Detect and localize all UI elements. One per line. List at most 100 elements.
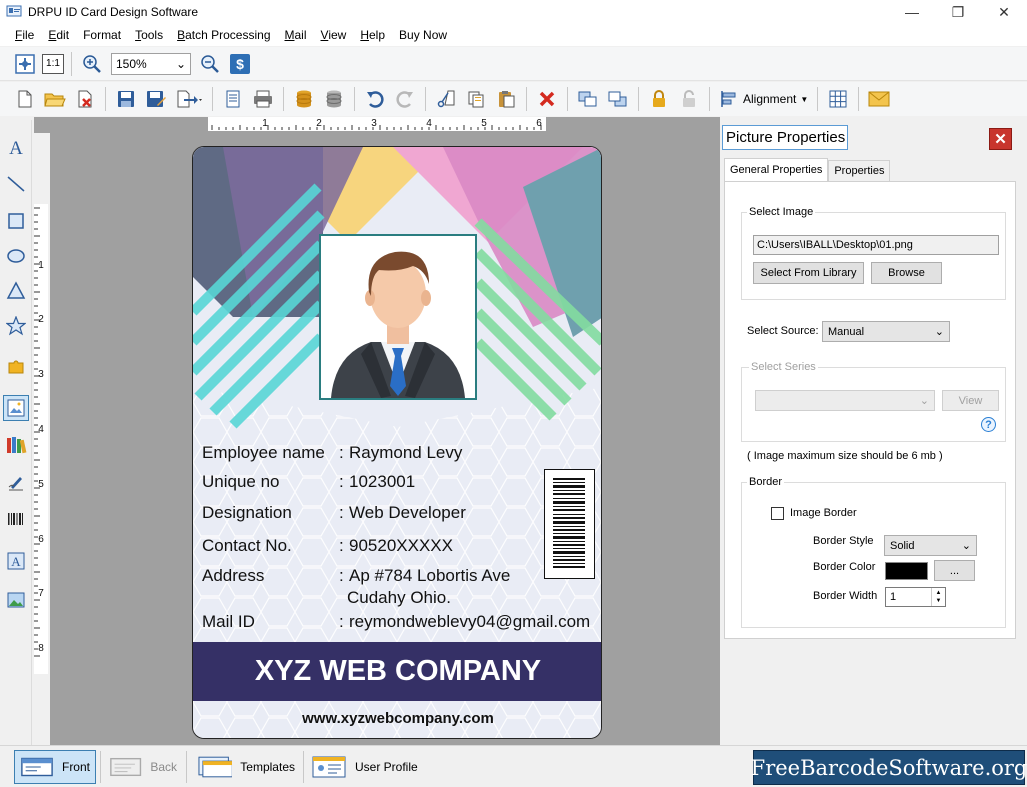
minimize-button[interactable]: — xyxy=(889,0,935,24)
menu-edit[interactable]: Edit xyxy=(41,28,76,42)
company-website[interactable]: www.xyzwebcompany.com xyxy=(193,710,601,727)
border-width-stepper[interactable]: 1 ▲ ▼ xyxy=(885,587,946,607)
new-button[interactable] xyxy=(12,86,38,112)
ruler-label: 2 xyxy=(316,118,322,129)
unlock-button[interactable] xyxy=(676,86,702,112)
grid-button[interactable] xyxy=(825,86,851,112)
barcode[interactable] xyxy=(544,469,595,579)
select-series-dropdown[interactable]: ⌄ xyxy=(755,390,935,411)
database-stack-icon xyxy=(326,90,342,108)
menu-batch-processing[interactable]: Batch Processing xyxy=(170,28,277,42)
border-color-picker-button[interactable]: ... xyxy=(934,560,975,581)
line-icon xyxy=(7,176,25,192)
print-preview-button[interactable] xyxy=(220,86,246,112)
id-card[interactable]: Employee name : Raymond Levy Unique no :… xyxy=(192,146,602,739)
window-title: DRPU ID Card Design Software xyxy=(28,5,199,19)
ruler-ticks: 1 2 3 4 5 6 xyxy=(211,118,542,130)
line-tool[interactable] xyxy=(3,171,29,197)
rectangle-tool[interactable] xyxy=(3,208,29,234)
image-border-label: Image Border xyxy=(790,507,857,519)
text-tool[interactable]: A xyxy=(3,134,29,160)
alignment-dropdown[interactable]: Alignment ▼ xyxy=(715,89,812,109)
bottom-separator xyxy=(186,751,187,783)
menu-buy-now[interactable]: Buy Now xyxy=(392,28,454,42)
close-window-button[interactable]: ✕ xyxy=(981,0,1027,24)
zoom-level-select[interactable]: 150% ⌄ xyxy=(111,52,191,75)
send-to-back-button[interactable] xyxy=(605,86,631,112)
maximize-button[interactable]: ❐ xyxy=(935,0,981,24)
menu-mail[interactable]: Mail xyxy=(278,28,314,42)
decrement-icon[interactable]: ▼ xyxy=(936,597,942,605)
employee-photo[interactable] xyxy=(319,234,477,400)
copy-button[interactable] xyxy=(463,86,489,112)
save-button[interactable] xyxy=(113,86,139,112)
back-side-button[interactable]: Back xyxy=(104,750,182,784)
menu-tools[interactable]: Tools xyxy=(128,28,170,42)
browse-button[interactable]: Browse xyxy=(871,262,942,284)
increment-icon[interactable]: ▲ xyxy=(936,589,942,597)
cut-button[interactable] xyxy=(433,86,459,112)
database-icon xyxy=(296,90,312,108)
avatar xyxy=(321,236,475,398)
border-style-dropdown[interactable]: Solid ⌄ xyxy=(884,535,977,556)
user-profile-button[interactable]: User Profile xyxy=(306,750,424,784)
star-tool[interactable] xyxy=(3,313,29,339)
save-as-icon xyxy=(147,91,166,107)
print-button[interactable] xyxy=(250,86,276,112)
delete-button[interactable] xyxy=(534,86,560,112)
triangle-tool[interactable] xyxy=(3,278,29,304)
library-tool[interactable] xyxy=(3,432,29,458)
folder-open-icon xyxy=(44,93,66,107)
bring-to-front-button[interactable] xyxy=(575,86,601,112)
database-list-button[interactable] xyxy=(321,86,347,112)
barcode-tool[interactable] xyxy=(3,506,29,532)
redo-button[interactable] xyxy=(392,86,418,112)
view-series-button[interactable]: View xyxy=(942,390,999,411)
select-source-dropdown[interactable]: Manual ⌄ xyxy=(822,321,950,342)
menu-view[interactable]: View xyxy=(314,28,354,42)
dropdown-arrow-icon: ▼ xyxy=(800,94,809,104)
zoom-out-button[interactable] xyxy=(197,51,223,77)
border-color-swatch[interactable] xyxy=(885,562,928,580)
watermark-tool[interactable]: A xyxy=(3,548,29,574)
send-mail-button[interactable] xyxy=(866,86,892,112)
pricing-button[interactable]: $ xyxy=(227,51,253,77)
ellipse-tool[interactable] xyxy=(3,243,29,269)
select-from-library-button[interactable]: Select From Library xyxy=(753,262,864,284)
image-tool[interactable] xyxy=(3,587,29,613)
image-border-checkbox[interactable] xyxy=(771,507,784,520)
tab-properties[interactable]: Properties xyxy=(828,160,891,182)
symbol-tool[interactable] xyxy=(3,353,29,379)
card-front-icon xyxy=(21,757,53,777)
properties-tabs: General Properties Properties xyxy=(724,158,891,182)
paste-button[interactable] xyxy=(493,86,519,112)
zoom-out-icon xyxy=(201,54,219,73)
signature-tool[interactable] xyxy=(3,470,29,496)
lock-button[interactable] xyxy=(646,86,672,112)
save-as-button[interactable] xyxy=(143,86,169,112)
templates-button[interactable]: Templates xyxy=(192,750,300,784)
help-icon[interactable]: ? xyxy=(981,417,996,432)
menu-format[interactable]: Format xyxy=(76,28,128,42)
close-file-icon xyxy=(78,90,92,108)
close-file-button[interactable] xyxy=(72,86,98,112)
actual-size-button[interactable]: 1:1 xyxy=(42,53,64,74)
open-button[interactable] xyxy=(42,86,68,112)
ruler-label: 4 xyxy=(426,118,432,129)
tab-general-properties[interactable]: General Properties xyxy=(724,158,829,181)
export-button[interactable] xyxy=(173,86,205,112)
menu-help[interactable]: Help xyxy=(353,28,392,42)
close-panel-button[interactable]: ✕ xyxy=(989,128,1012,150)
picture-tool[interactable] xyxy=(3,395,29,421)
document-icon xyxy=(226,90,240,108)
fit-to-window-button[interactable] xyxy=(12,51,38,77)
front-side-button[interactable]: Front xyxy=(14,750,96,784)
toolbar-separator xyxy=(425,87,426,111)
database-button[interactable] xyxy=(291,86,317,112)
ruler-label: 5 xyxy=(481,118,487,129)
menu-file[interactable]: File xyxy=(8,28,41,42)
undo-button[interactable] xyxy=(362,86,388,112)
company-name-band[interactable]: XYZ WEB COMPANY xyxy=(193,642,601,701)
zoom-in-button[interactable] xyxy=(79,51,105,77)
image-path-field[interactable]: C:\Users\IBALL\Desktop\01.png xyxy=(753,235,999,255)
